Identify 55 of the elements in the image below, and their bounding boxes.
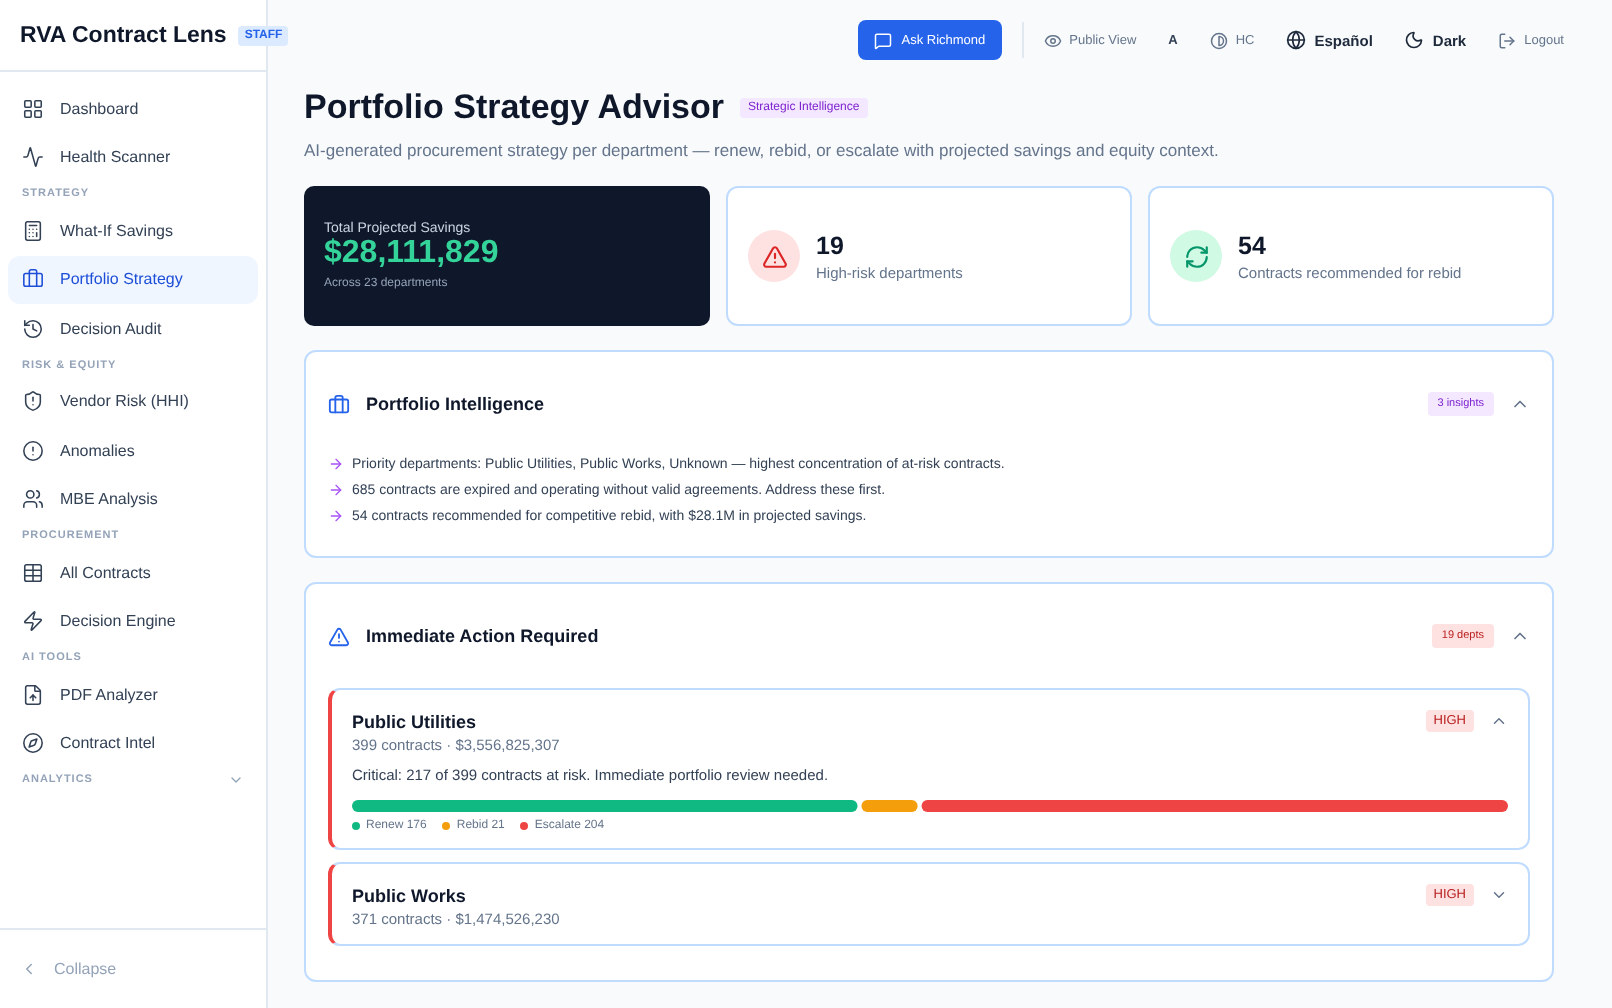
nav-item[interactable]: Anomalies bbox=[8, 426, 258, 475]
chevron-icon[interactable] bbox=[228, 772, 244, 788]
nav-item[interactable]: Dashboard bbox=[8, 84, 258, 133]
alert-icon bbox=[22, 439, 44, 462]
warning-icon bbox=[328, 625, 350, 647]
department-name: Public Utilities bbox=[352, 711, 479, 731]
nav-item[interactable]: MBE Analysis bbox=[8, 475, 258, 524]
legend-dot bbox=[520, 822, 529, 830]
warning-icon bbox=[748, 230, 800, 282]
arrow-icon bbox=[328, 482, 344, 498]
brand-name: RVA Contract Lens bbox=[20, 23, 227, 47]
calculator-icon bbox=[22, 219, 44, 242]
contrast-icon bbox=[1209, 31, 1228, 49]
legend-dot bbox=[352, 822, 360, 830]
grid-icon bbox=[22, 97, 44, 120]
compass-icon bbox=[22, 732, 44, 755]
nav-item[interactable]: What-If Savings bbox=[8, 206, 258, 255]
lightning-icon bbox=[22, 610, 44, 633]
logout-icon bbox=[1498, 31, 1517, 49]
nav-item[interactable]: Vendor Risk (HHI) bbox=[8, 377, 258, 426]
arrow-icon bbox=[328, 456, 344, 472]
arrow-icon bbox=[328, 508, 344, 524]
pulse-icon bbox=[22, 146, 44, 169]
bar-segment bbox=[861, 800, 918, 812]
nav-item[interactable]: Health Scanner bbox=[8, 133, 258, 182]
chat-icon bbox=[873, 31, 892, 49]
department-name: Public Works bbox=[352, 885, 468, 905]
stat-value: $28,111,829 bbox=[324, 236, 501, 272]
stat-value: 19 bbox=[816, 231, 846, 259]
users-icon bbox=[22, 488, 44, 511]
nav-item[interactable]: PDF Analyzer bbox=[8, 670, 258, 719]
nav-item[interactable]: All Contracts bbox=[8, 548, 258, 597]
page-title: Portfolio Strategy Advisor bbox=[304, 88, 725, 128]
expand-toggle[interactable] bbox=[1490, 886, 1508, 904]
panel-title: Immediate Action Required bbox=[366, 626, 601, 646]
legend-dot bbox=[442, 822, 451, 830]
history-icon bbox=[22, 317, 44, 340]
panel-title: Portfolio Intelligence bbox=[366, 394, 547, 414]
page-subtitle: AI-generated procurement strategy per department — renew, rebid, or escalate with projected savings and equity context. bbox=[304, 140, 1221, 160]
moon-icon bbox=[1404, 30, 1425, 50]
nav-item[interactable]: Contract Intel bbox=[8, 719, 258, 768]
file-icon bbox=[22, 683, 44, 706]
chevron-left-icon bbox=[20, 960, 38, 978]
globe-icon bbox=[1286, 30, 1307, 50]
shield-icon bbox=[22, 390, 44, 413]
eye-icon bbox=[1043, 31, 1062, 49]
refresh-icon bbox=[1170, 230, 1222, 282]
table-icon bbox=[22, 561, 44, 584]
briefcase-icon bbox=[22, 268, 44, 291]
briefcase-icon bbox=[328, 393, 350, 415]
expand-toggle[interactable] bbox=[1490, 712, 1508, 730]
nav-item[interactable]: Portfolio Strategy bbox=[8, 255, 258, 304]
stat-value: 54 bbox=[1238, 231, 1268, 259]
nav-item[interactable]: Decision Engine bbox=[8, 597, 258, 646]
nav-item[interactable]: Decision Audit bbox=[8, 304, 258, 353]
